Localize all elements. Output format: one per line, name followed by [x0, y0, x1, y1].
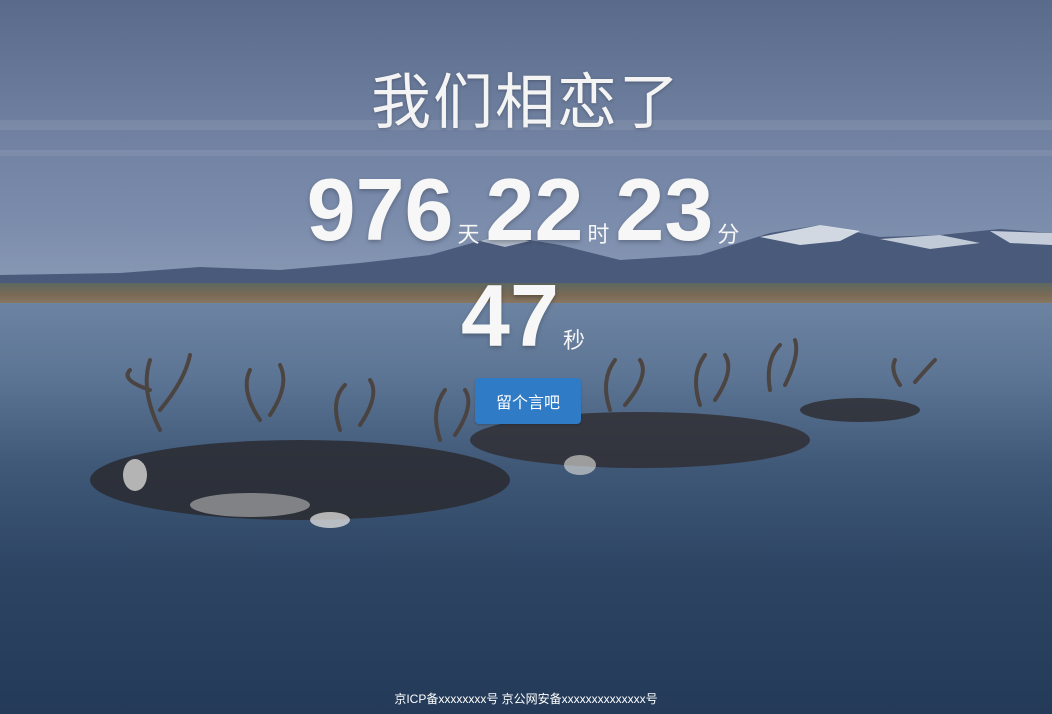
seconds-unit: 秒 [562, 328, 585, 353]
countdown-row-primary: 976 天 22 时 23 分 [0, 158, 1052, 254]
days-value: 976 [306, 160, 454, 259]
icp-link[interactable]: 京ICP备xxxxxxxx号 [394, 692, 498, 706]
minutes-unit: 分 [717, 222, 740, 247]
hours-value: 22 [485, 160, 584, 259]
seconds-value: 47 [461, 266, 559, 365]
days-unit: 天 [457, 222, 480, 247]
leave-message-button[interactable]: 留个言吧 [475, 378, 581, 424]
footer-license: 京ICP备xxxxxxxx号 京公网安备xxxxxxxxxxxxxx号 [0, 690, 1052, 707]
page-title: 我们相恋了 [371, 69, 681, 136]
background-photo: 我们相恋了 976 天 22 时 23 分 47 秒 留个言吧 京ICP备xxx… [0, 0, 1052, 714]
minutes-value: 23 [615, 160, 714, 259]
hours-unit: 时 [587, 222, 610, 247]
countdown-row-seconds: 47 秒 [0, 268, 1052, 360]
police-record-link[interactable]: 京公网安备xxxxxxxxxxxxxx号 [502, 692, 658, 706]
content-overlay: 我们相恋了 976 天 22 时 23 分 47 秒 留个言吧 京ICP备xxx… [0, 0, 1052, 714]
